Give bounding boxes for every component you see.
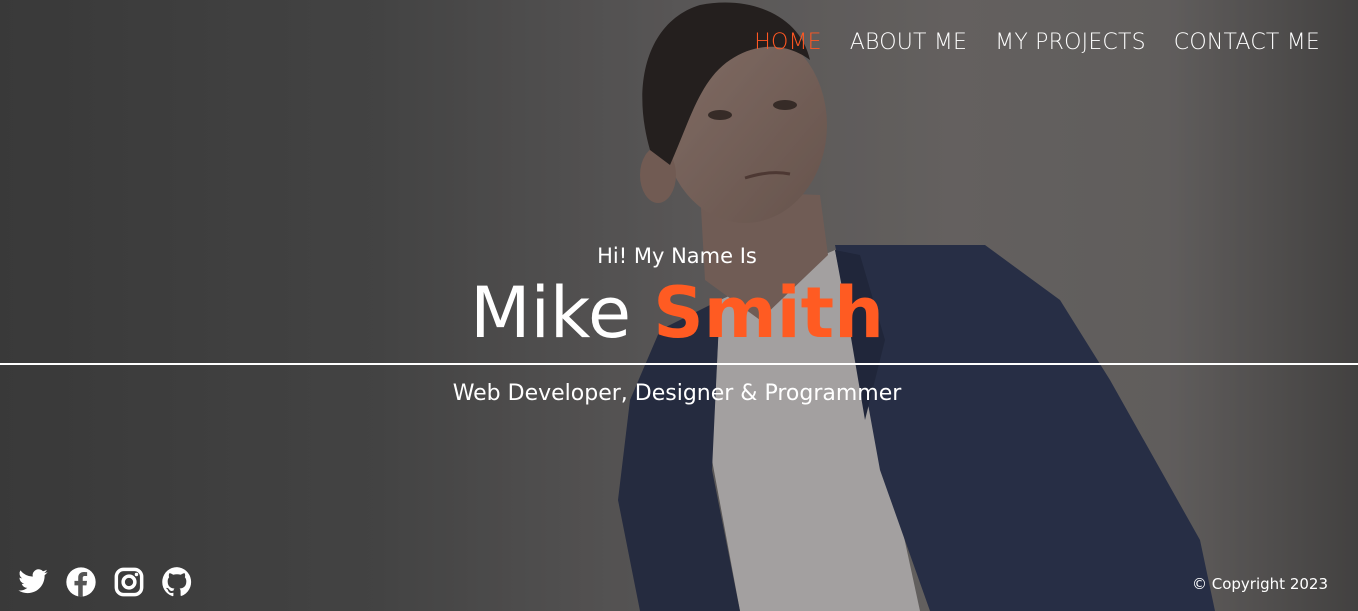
hero-section: HOME ABOUT ME MY PROJECTS CONTACT ME Hi!… (0, 0, 1358, 611)
hero-tagline: Web Developer, Designer & Programmer (452, 381, 902, 406)
hero-last-name: Smith (653, 272, 884, 354)
hero-greeting: Hi! My Name Is (597, 244, 757, 268)
instagram-icon[interactable] (112, 566, 146, 598)
nav-item-about-me[interactable]: ABOUT ME (850, 28, 967, 58)
social-links (16, 566, 194, 598)
copyright-text: © Copyright 2023 (1191, 575, 1328, 593)
hero-name: Mike Smith (0, 270, 1354, 356)
hero-first-name: Mike (470, 272, 632, 354)
nav-item-my-projects[interactable]: MY PROJECTS (995, 28, 1146, 58)
nav-item-home[interactable]: HOME (754, 28, 822, 58)
hero-divider (0, 363, 1358, 365)
main-nav: HOME ABOUT ME MY PROJECTS CONTACT ME (754, 28, 1320, 58)
github-icon[interactable] (160, 566, 194, 598)
facebook-icon[interactable] (64, 566, 98, 598)
nav-item-contact-me[interactable]: CONTACT ME (1174, 28, 1320, 58)
twitter-icon[interactable] (16, 566, 50, 598)
